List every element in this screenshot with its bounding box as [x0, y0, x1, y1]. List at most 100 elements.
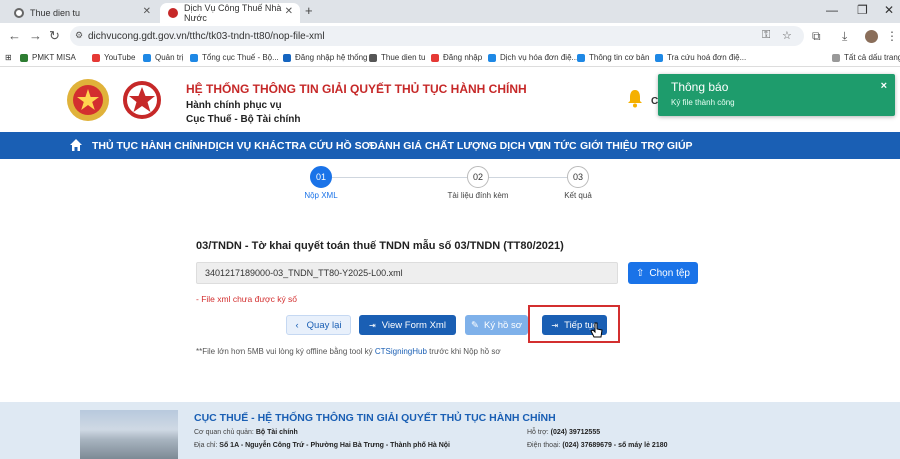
new-tab-icon[interactable]: + [305, 3, 313, 18]
menu-item-dich-vu-khac[interactable]: DỊCH VỤ KHÁC [208, 140, 284, 152]
bookmark-item[interactable]: Quản trị [143, 53, 183, 62]
browser-tab-2-active[interactable]: Dịch Vụ Công Thuế Nhà Nước ✕ [160, 3, 300, 23]
menu-icon[interactable]: ⋮ [886, 29, 898, 43]
site-subtitle: Hành chính phục vụ [186, 100, 282, 111]
tax-logo-icon [123, 81, 161, 119]
home-icon[interactable] [69, 138, 83, 152]
bookmark-item[interactable]: PMKT MISA [20, 53, 76, 62]
site-info-icon[interactable]: ⚙ [75, 30, 83, 41]
file-name-field[interactable]: 3401217189000-03_TNDN_TT80-Y2025-L00.xml [196, 262, 618, 284]
apps-icon[interactable]: ⊞ [5, 53, 12, 62]
toast-title: Thông báo [671, 80, 729, 94]
site-title: HỆ THỐNG THÔNG TIN GIẢI QUYẾT THỦ TỤC HÀ… [186, 82, 527, 96]
choose-file-label: Chọn tệp [649, 267, 690, 279]
bookmarks-bar: ⊞ PMKT MISA YouTube Quản trị Tổng cục Th… [0, 49, 900, 67]
close-window-icon[interactable]: ✕ [884, 3, 894, 17]
key-icon[interactable]: ⚿ [762, 29, 770, 42]
error-message: - File xml chưa được ký số [196, 294, 298, 304]
maximize-icon[interactable]: ❐ [857, 3, 868, 17]
support-value: (024) 39712555 [550, 429, 601, 436]
step-2-label: Tài liệu đính kèm [447, 191, 509, 200]
pen-icon: ✎ [471, 319, 480, 331]
forward-arrow-icon[interactable]: → [29, 28, 42, 43]
menu-item-tro-giup[interactable]: TRỢ GIÚP [641, 140, 693, 152]
phone-value: (024) 37689679 - số máy lẻ 2180 [562, 442, 668, 449]
site-footer: CỤC THUẾ - HỆ THỐNG THÔNG TIN GIẢI QUYẾT… [0, 402, 900, 459]
profile-avatar[interactable] [865, 30, 878, 43]
reload-icon[interactable]: ↻ [49, 28, 60, 44]
step-1-label: Nộp XML [304, 191, 338, 200]
bookmark-item[interactable]: Tra cứu hoá đơn điệ... [655, 53, 746, 62]
hand-cursor-icon [590, 322, 603, 338]
main-nav-menu: THỦ TỤC HÀNH CHÍNH DỊCH VỤ KHÁC TRA CỨU … [0, 132, 900, 159]
address-bar-row: ← → ↻ ⚙ dichvucong.gdt.gov.vn/tthc/tk03-… [0, 23, 900, 49]
agency-label: Cơ quan chủ quản: [194, 429, 254, 436]
ctsigninghub-link[interactable]: CTSigningHub [375, 347, 427, 356]
bookmark-item[interactable]: Thông tin cơ bản [577, 53, 649, 62]
choose-file-button[interactable]: ⇧ Chọn tệp [628, 262, 698, 284]
menu-item-tin-tuc[interactable]: TIN TỨC [534, 140, 577, 152]
bookmark-item[interactable]: Đăng nhập hệ thống [283, 53, 368, 62]
close-icon[interactable]: ✕ [143, 6, 151, 17]
url-input[interactable]: ⚙ dichvucong.gdt.gov.vn/tthc/tk03-tndn-t… [70, 26, 804, 46]
file-size-note: **File lớn hơn 5MB vui lòng ký offline b… [196, 347, 501, 356]
address-value: Số 1A - Nguyễn Công Trứ - Phường Hai Bà … [219, 442, 450, 449]
building-image [80, 410, 178, 459]
menu-item-danh-gia-chat-luong[interactable]: ĐÁNH GIÁ CHẤT LƯỢNG DỊCH VỤ [370, 140, 543, 152]
menu-item-thu-tuc-hanh-chinh[interactable]: THỦ TỤC HÀNH CHÍNH [92, 140, 208, 152]
browser-tab-1[interactable]: Thue dien tu ✕ [6, 3, 158, 23]
back-label: Quay lại [306, 319, 342, 331]
upload-icon: ⇧ [636, 267, 645, 279]
form-title: 03/TNDN - Tờ khai quyết toán thuế TNDN m… [196, 240, 564, 252]
toast-message: Ký file thành công [671, 98, 735, 107]
minimize-icon[interactable]: — [826, 3, 838, 17]
national-emblem-icon [67, 79, 109, 121]
step-connector [332, 177, 467, 178]
highlight-box [528, 305, 620, 343]
chevron-left-icon: ‹ [295, 319, 299, 331]
url-text: dichvucong.gdt.gov.vn/tthc/tk03-tndn-tt8… [88, 30, 325, 42]
sign-label: Ký hồ sơ [484, 319, 522, 331]
close-icon[interactable]: × [881, 80, 887, 92]
close-icon[interactable]: ✕ [285, 6, 293, 17]
menu-item-gioi-thieu[interactable]: GIỚI THIỆU [580, 140, 637, 152]
globe-icon [14, 8, 24, 18]
note-text: trước khi Nộp hồ sơ [426, 347, 501, 356]
bookmark-item[interactable]: Thue dien tu [369, 53, 425, 62]
skip-icon: ⇥ [369, 320, 376, 330]
footer-address: Địa chỉ: Số 1A - Nguyễn Công Trứ - Phườn… [194, 442, 450, 449]
view-form-xml-button[interactable]: ⇥ View Form Xml [359, 315, 456, 335]
all-bookmarks[interactable]: Tất cả dấu trang [832, 53, 900, 62]
footer-support: Hỗ trợ: (024) 39712555 [527, 429, 600, 436]
bookmark-item[interactable]: Đăng nhập [431, 53, 482, 62]
star-icon[interactable]: ☆ [782, 29, 792, 42]
bookmark-item[interactable]: Dịch vụ hóa đơn điệ... [488, 53, 578, 62]
site-favicon-icon [168, 8, 178, 18]
agency-value: Bộ Tài chính [255, 429, 298, 436]
site-organization: Cục Thuế - Bộ Tài chính [186, 114, 301, 125]
progress-stepper: 01 02 03 Nộp XML Tài liệu đính kèm Kết q… [0, 159, 900, 209]
extensions-icon[interactable]: ⧉ [812, 29, 821, 44]
back-arrow-icon[interactable]: ← [8, 28, 21, 43]
tab-title: Thue dien tu [30, 8, 81, 18]
menu-item-tra-cuu-ho-so[interactable]: TRA CỨU HỒ SƠ [285, 140, 371, 152]
view-label: View Form Xml [381, 319, 446, 331]
phone-label: Điện thoại: [527, 442, 561, 449]
footer-agency: Cơ quan chủ quản: Bộ Tài chính [194, 429, 298, 436]
bookmark-item[interactable]: YouTube [92, 53, 135, 62]
step-3-label: Kết quả [564, 191, 592, 200]
support-label: Hỗ trợ: [527, 429, 549, 436]
footer-title: CỤC THUẾ - HỆ THỐNG THÔNG TIN GIẢI QUYẾT… [194, 412, 556, 424]
tab-title: Dịch Vụ Công Thuế Nhà Nước [184, 3, 282, 23]
notification-toast: Thông báo Ký file thành công × [658, 74, 895, 116]
step-2-circle: 02 [467, 166, 489, 188]
back-button[interactable]: ‹ Quay lại [286, 315, 351, 335]
download-icon[interactable]: ⤓ [842, 29, 847, 44]
address-label: Địa chỉ: [194, 442, 218, 449]
step-1-circle: 01 [310, 166, 332, 188]
note-text: **File lớn hơn 5MB vui lòng ký offline b… [196, 347, 375, 356]
bookmark-item[interactable]: Tổng cục Thuế - Bộ... [190, 53, 279, 62]
browser-tab-bar: Thue dien tu ✕ Dịch Vụ Công Thuế Nhà Nướ… [0, 0, 900, 23]
bell-icon[interactable] [626, 88, 644, 108]
sign-button[interactable]: ✎ Ký hồ sơ [465, 315, 528, 335]
